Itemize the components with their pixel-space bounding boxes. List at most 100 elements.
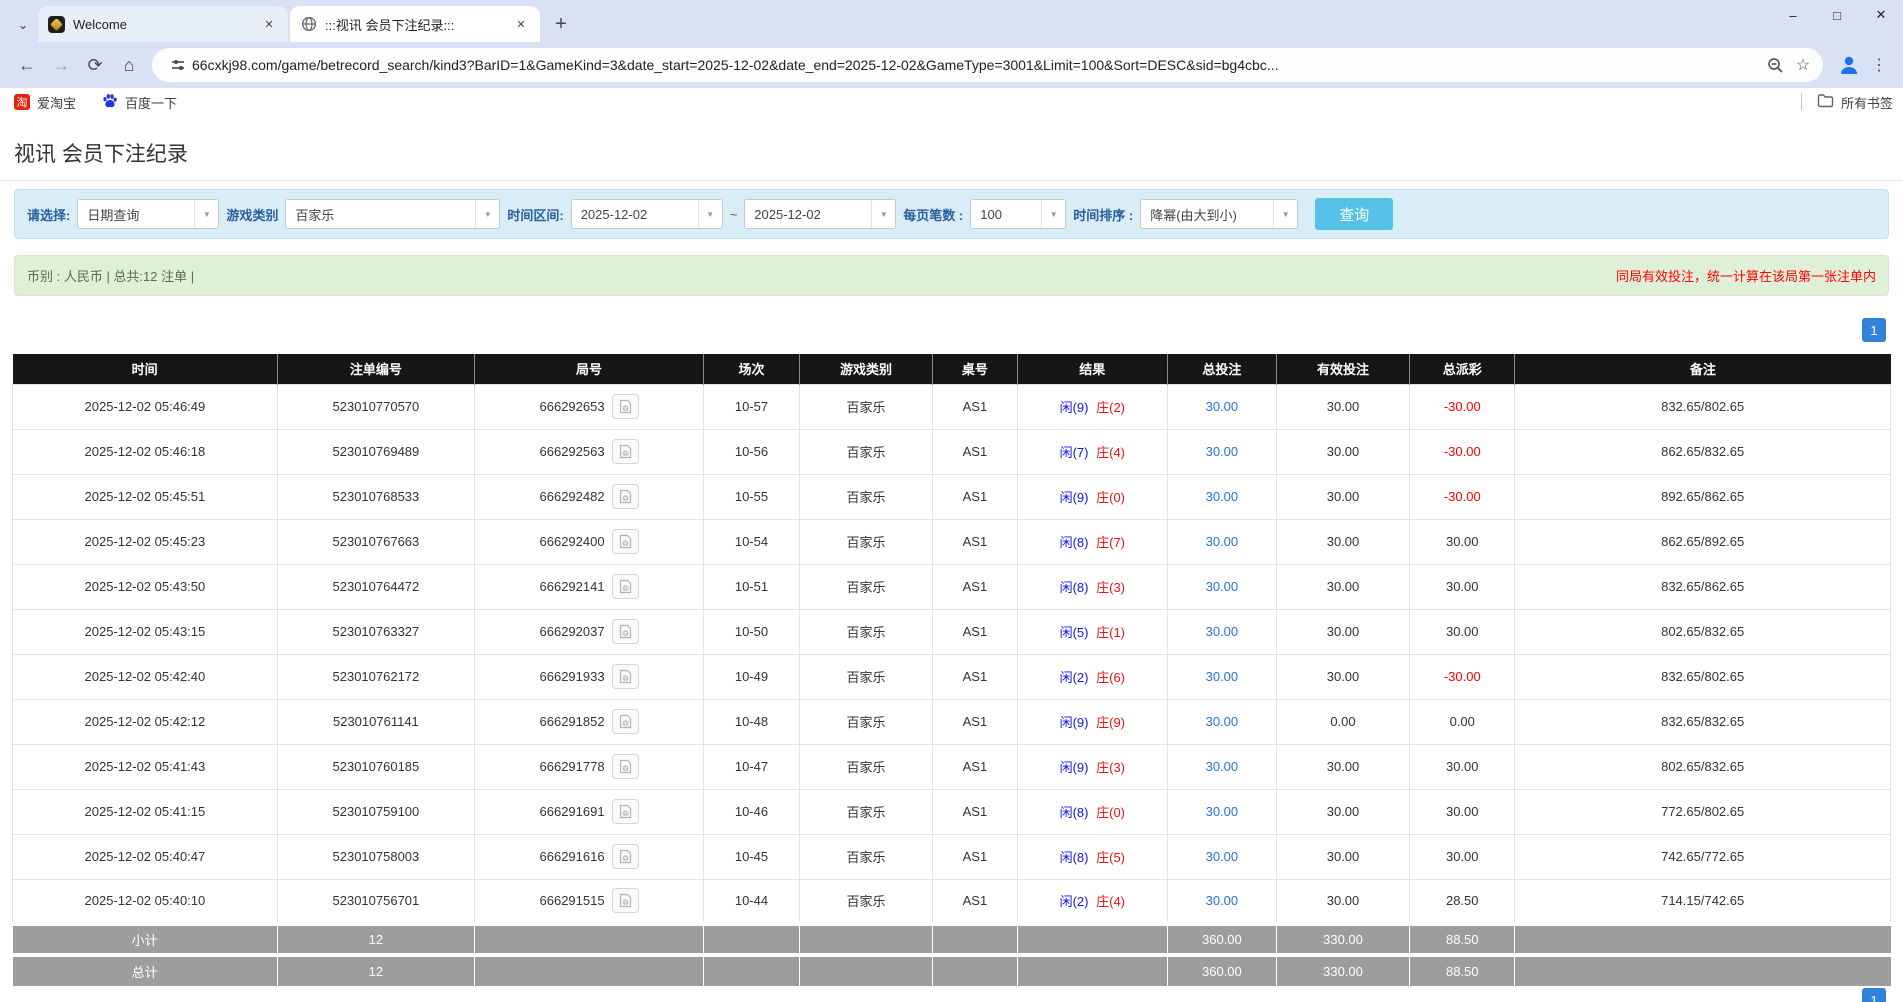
cell-remark: 832.65/802.65: [1515, 384, 1891, 429]
total-row: 总计 12 360.00 330.00 88.50: [13, 955, 1891, 986]
cell-remark: 742.65/772.65: [1515, 834, 1891, 879]
video-replay-button[interactable]: [612, 574, 639, 599]
new-tab-button[interactable]: +: [546, 9, 576, 39]
browser-menu-icon[interactable]: ⋮: [1865, 51, 1893, 79]
video-replay-button[interactable]: [612, 529, 639, 554]
total-bet-link[interactable]: 30.00: [1167, 384, 1276, 429]
cell-round-id: 666291933: [474, 654, 703, 699]
minimize-button[interactable]: –: [1771, 0, 1815, 30]
tab-betrecord[interactable]: :::视讯 会员下注纪录::: ✕: [290, 6, 540, 42]
forward-icon[interactable]: →: [44, 48, 78, 82]
total-bet-link[interactable]: 30.00: [1167, 654, 1276, 699]
search-button[interactable]: 查询: [1315, 198, 1393, 230]
date-start-input[interactable]: 2025-12-02 ▼: [571, 199, 723, 229]
result-banker: 庄(1): [1096, 625, 1125, 640]
video-replay-button[interactable]: [612, 799, 639, 824]
total-bet-link[interactable]: 30.00: [1167, 699, 1276, 744]
cell-bet-id: 523010762172: [277, 654, 474, 699]
page-1-button[interactable]: 1: [1862, 318, 1886, 342]
total-bet-link[interactable]: 30.00: [1167, 834, 1276, 879]
site-settings-icon[interactable]: [164, 51, 192, 79]
url-text[interactable]: 66cxkj98.com/game/betrecord_search/kind3…: [192, 57, 1761, 73]
subtotal-payout: 88.50: [1410, 924, 1515, 955]
close-window-button[interactable]: ✕: [1859, 0, 1903, 30]
cell-result: 闲(9) 庄(2): [1017, 384, 1167, 429]
cell-result: 闲(2) 庄(6): [1017, 654, 1167, 699]
reload-icon[interactable]: ⟳: [78, 48, 112, 82]
total-bet-link[interactable]: 30.00: [1167, 744, 1276, 789]
chevron-down-icon: ▼: [698, 200, 722, 228]
cell-time: 2025-12-02 05:43:50: [13, 564, 278, 609]
table-body: 2025-12-02 05:46:49 523010770570 6662926…: [13, 384, 1891, 924]
cell-valid-bet: 30.00: [1276, 564, 1409, 609]
video-replay-button[interactable]: [612, 754, 639, 779]
result-banker: 庄(9): [1096, 715, 1125, 730]
cell-bet-id: 523010770570: [277, 384, 474, 429]
total-bet-link[interactable]: 30.00: [1167, 474, 1276, 519]
cell-bet-id: 523010763327: [277, 609, 474, 654]
cell-remark: 772.65/802.65: [1515, 789, 1891, 834]
date-start-value: 2025-12-02: [572, 207, 698, 222]
total-bet-link[interactable]: 30.00: [1167, 879, 1276, 924]
cell-session: 10-56: [704, 429, 800, 474]
cell-table: AS1: [933, 879, 1018, 924]
total-bet-link[interactable]: 30.00: [1167, 519, 1276, 564]
welcome-favicon-icon: [48, 16, 65, 33]
result-player: 闲(8): [1060, 805, 1089, 820]
video-replay-button[interactable]: [612, 844, 639, 869]
video-replay-button[interactable]: [612, 888, 639, 913]
date-end-input[interactable]: 2025-12-02 ▼: [744, 199, 896, 229]
total-bet-link[interactable]: 30.00: [1167, 564, 1276, 609]
video-replay-button[interactable]: [612, 664, 639, 689]
bookmark-star-icon[interactable]: ☆: [1789, 51, 1817, 79]
cell-round-id: 666292653: [474, 384, 703, 429]
bookmark-taobao[interactable]: 淘 爱淘宝: [14, 93, 76, 112]
cell-round-id: 666292037: [474, 609, 703, 654]
cell-valid-bet: 30.00: [1276, 609, 1409, 654]
url-bar[interactable]: 66cxkj98.com/game/betrecord_search/kind3…: [152, 48, 1823, 82]
home-icon[interactable]: ⌂: [112, 48, 146, 82]
cell-table: AS1: [933, 699, 1018, 744]
cell-table: AS1: [933, 744, 1018, 789]
video-replay-button[interactable]: [612, 439, 639, 464]
cell-game: 百家乐: [799, 834, 932, 879]
page-1-button[interactable]: 1: [1862, 988, 1886, 1002]
back-icon[interactable]: ←: [10, 48, 44, 82]
folder-icon: [1817, 93, 1834, 111]
col-result: 结果: [1017, 354, 1167, 384]
total-bet-link[interactable]: 30.00: [1167, 609, 1276, 654]
total-bet-link[interactable]: 30.00: [1167, 429, 1276, 474]
video-replay-button[interactable]: [612, 709, 639, 734]
total-bet-link[interactable]: 30.00: [1167, 789, 1276, 834]
cell-valid-bet: 30.00: [1276, 744, 1409, 789]
maximize-button[interactable]: □: [1815, 0, 1859, 30]
cell-table: AS1: [933, 519, 1018, 564]
zoom-out-icon[interactable]: [1761, 51, 1789, 79]
video-replay-button[interactable]: [612, 394, 639, 419]
cell-bet-id: 523010764472: [277, 564, 474, 609]
sort-order-select[interactable]: 降幂(由大到小) ▼: [1140, 199, 1298, 229]
table-row: 2025-12-02 05:46:49 523010770570 6662926…: [13, 384, 1891, 429]
round-number: 666292563: [540, 444, 605, 459]
cell-result: 闲(9) 庄(9): [1017, 699, 1167, 744]
profile-avatar-icon[interactable]: [1833, 49, 1865, 81]
cell-result: 闲(8) 庄(0): [1017, 789, 1167, 834]
video-replay-button[interactable]: [612, 484, 639, 509]
tab-close-icon[interactable]: ✕: [260, 15, 278, 33]
tab-search-chevron-icon[interactable]: ⌄: [8, 8, 38, 42]
tab-welcome[interactable]: Welcome ✕: [38, 6, 288, 42]
bookmark-baidu[interactable]: 百度一下: [102, 93, 177, 112]
result-banker: 庄(4): [1096, 445, 1125, 460]
cell-session: 10-54: [704, 519, 800, 564]
all-bookmarks-button[interactable]: 所有书签: [1801, 88, 1893, 116]
cell-session: 10-47: [704, 744, 800, 789]
round-number: 666292037: [540, 624, 605, 639]
cell-result: 闲(2) 庄(4): [1017, 879, 1167, 924]
page-size-select[interactable]: 100 ▼: [970, 199, 1066, 229]
video-replay-button[interactable]: [612, 619, 639, 644]
tab-close-icon[interactable]: ✕: [512, 15, 530, 33]
all-bookmarks-label: 所有书签: [1841, 93, 1893, 112]
cell-session: 10-45: [704, 834, 800, 879]
query-type-select[interactable]: 日期查询 ▼: [77, 199, 219, 229]
game-category-select[interactable]: 百家乐 ▼: [285, 199, 500, 229]
